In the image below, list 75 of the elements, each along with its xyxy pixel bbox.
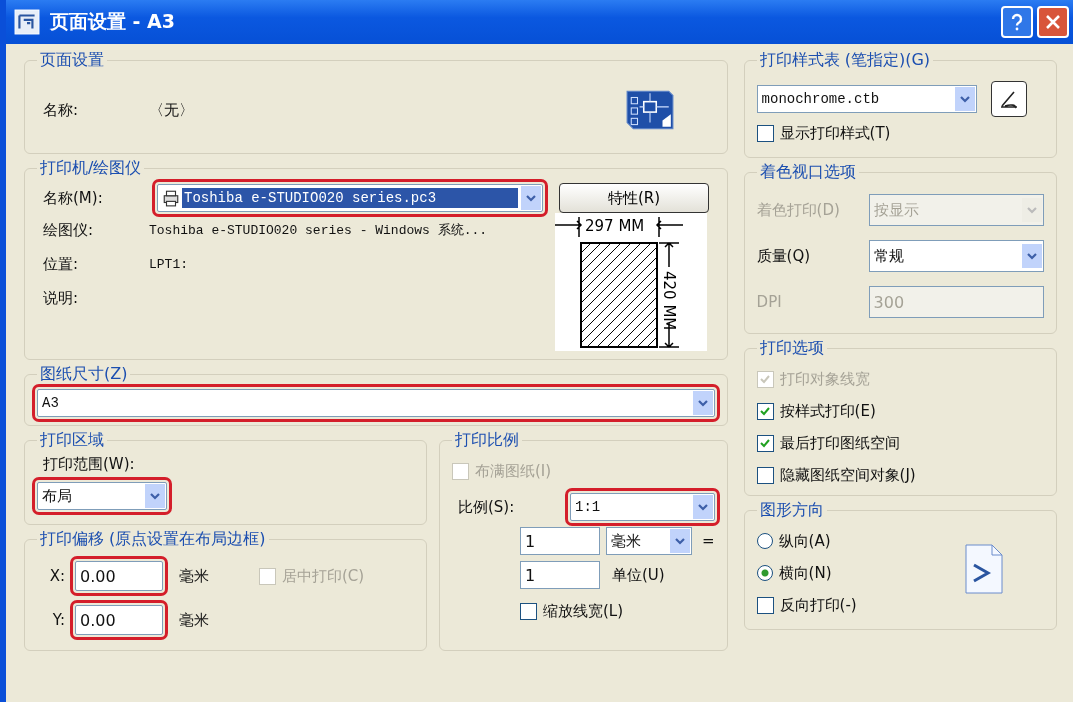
caret-icon [958, 93, 971, 105]
radio-button[interactable] [756, 565, 773, 581]
checkbox-label: 最后打印图纸空间 [779, 433, 900, 453]
field-label: X: [48, 567, 65, 585]
caret-icon [696, 501, 709, 513]
field-label: 打印范围(W): [42, 455, 136, 474]
caret-icon [1026, 204, 1038, 216]
printer-icon [162, 189, 180, 207]
radio-label: 横向(N) [778, 563, 832, 583]
field-label: 名称: [42, 100, 80, 120]
checkbox[interactable] [756, 402, 774, 420]
group-title: 打印区域 [39, 430, 105, 451]
close-button[interactable] [1037, 6, 1069, 38]
input-field[interactable]: 1 [520, 561, 600, 589]
window-title: 页面设置 - A3 [50, 9, 176, 34]
unit-label: 毫米 [179, 610, 210, 630]
landscape-page-icon [964, 543, 1004, 595]
field-label: Y: [51, 611, 65, 629]
checkbox-label: 打印对象线宽 [779, 369, 870, 389]
caret-icon [696, 397, 709, 409]
group-title: 着色视口选项 [758, 162, 857, 183]
field-label: 位置: [42, 254, 80, 274]
page-setup-name: 〈无〉 [149, 100, 194, 120]
caret-icon [525, 192, 537, 204]
checkbox-label: 按样式打印(E) [779, 401, 876, 421]
properties-button[interactable]: 特性(R) [559, 183, 709, 213]
check-icon [759, 373, 772, 385]
checkbox[interactable] [756, 596, 774, 614]
caret-icon [1026, 250, 1038, 262]
group-title: 打印选项 [758, 338, 825, 359]
dimension-label: 420 MM [659, 271, 678, 331]
group-title: 页面设置 [39, 50, 105, 71]
group-title: 图纸尺寸(Z) [39, 364, 129, 385]
caret-icon [149, 490, 161, 502]
group-title: 图形方向 [758, 500, 825, 521]
checkbox[interactable] [756, 124, 774, 142]
checkbox[interactable] [756, 466, 774, 484]
unit-dropdown[interactable]: 毫米 [606, 527, 692, 555]
group-title: 打印机/绘图仪 [39, 158, 143, 179]
check-icon [759, 405, 772, 417]
field-label: DPI [756, 293, 783, 311]
radio-button[interactable] [756, 533, 773, 549]
checkbox[interactable] [520, 602, 537, 620]
checkbox[interactable] [756, 434, 774, 452]
edit-button[interactable] [990, 81, 1027, 117]
plot-style-dropdown[interactable]: monochrome.ctb [756, 85, 977, 113]
checkbox-label: 缩放线宽(L) [543, 601, 624, 621]
field-label: 绘图仪: [42, 220, 95, 240]
checkbox-label: 隐藏图纸空间对象(J) [779, 465, 916, 485]
field-label: 着色打印(D) [756, 200, 841, 220]
page-setup-icon [624, 89, 675, 131]
group-title: 打印样式表 (笔指定)(G) [758, 50, 932, 71]
caret-icon [674, 535, 686, 547]
field-label: 说明: [42, 288, 80, 308]
group-title: 打印偏移 (原点设置在布局边框) [39, 529, 267, 550]
equals-label: = [702, 532, 715, 550]
field-label: 名称(M): [42, 188, 104, 208]
group-title: 打印比例 [454, 430, 520, 451]
unit-label: 单位(U) [612, 565, 666, 585]
checkbox-label: 居中打印(C) [282, 566, 365, 586]
input-field[interactable]: 1 [520, 527, 600, 555]
checkbox-label: 显示打印样式(T) [779, 123, 891, 143]
dropdown[interactable]: 常规 [868, 240, 1044, 272]
check-icon [759, 437, 772, 449]
field-label: 质量(Q) [756, 246, 812, 266]
unit-label: 毫米 [179, 566, 210, 586]
field-value: Toshiba e-STUDIO020 series - Windows 系统... [149, 222, 488, 239]
app-icon [14, 9, 40, 35]
checkbox-label: 反向打印(-) [779, 595, 857, 615]
field-label: 比例(S): [457, 497, 516, 517]
radio-label: 纵向(A) [778, 531, 831, 551]
dimension-label: 297 MM [584, 217, 644, 235]
help-button[interactable] [1001, 6, 1033, 38]
checkbox-label: 布满图纸(I) [475, 461, 552, 481]
field-value: LPT1: [149, 256, 188, 272]
